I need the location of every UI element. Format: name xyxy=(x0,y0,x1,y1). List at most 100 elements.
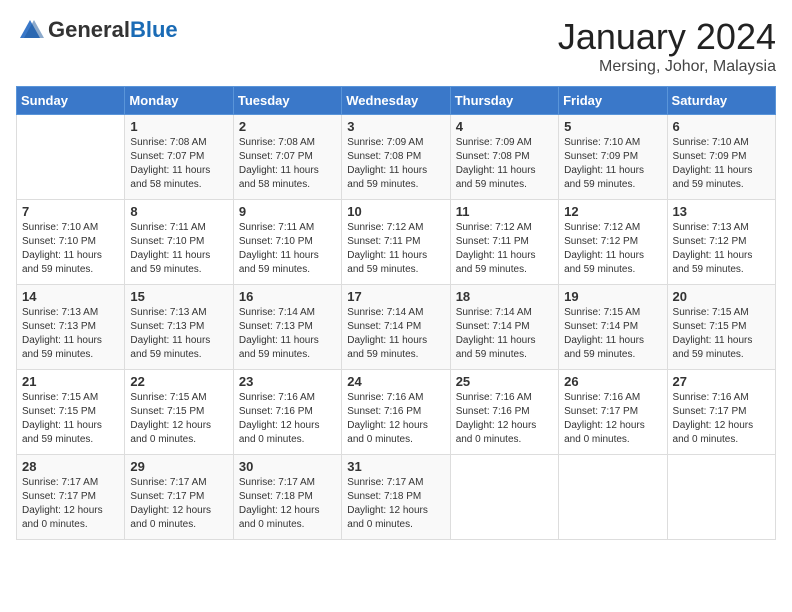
calendar-cell: 20 Sunrise: 7:15 AM Sunset: 7:15 PM Dayli… xyxy=(667,285,775,370)
calendar-cell: 19 Sunrise: 7:15 AM Sunset: 7:14 PM Dayli… xyxy=(559,285,667,370)
day-number: 20 xyxy=(673,289,770,304)
location-subtitle: Mersing, Johor, Malaysia xyxy=(558,58,776,76)
day-info: Sunrise: 7:11 AM Sunset: 7:10 PM Dayligh… xyxy=(239,221,336,277)
day-info: Sunrise: 7:13 AM Sunset: 7:13 PM Dayligh… xyxy=(22,306,119,362)
calendar-cell: 29 Sunrise: 7:17 AM Sunset: 7:17 PM Dayli… xyxy=(125,455,233,540)
day-number: 1 xyxy=(130,119,227,134)
calendar-cell: 2 Sunrise: 7:08 AM Sunset: 7:07 PM Daylig… xyxy=(233,115,341,200)
day-number: 22 xyxy=(130,374,227,389)
day-info: Sunrise: 7:14 AM Sunset: 7:14 PM Dayligh… xyxy=(456,306,553,362)
day-info: Sunrise: 7:15 AM Sunset: 7:15 PM Dayligh… xyxy=(130,391,227,447)
day-number: 15 xyxy=(130,289,227,304)
calendar-cell: 28 Sunrise: 7:17 AM Sunset: 7:17 PM Dayli… xyxy=(17,455,125,540)
day-info: Sunrise: 7:16 AM Sunset: 7:17 PM Dayligh… xyxy=(673,391,770,447)
calendar-cell: 27Sunrise: 7:16 AM Sunset: 7:17 PM Dayli… xyxy=(667,370,775,455)
calendar-cell: 14Sunrise: 7:13 AM Sunset: 7:13 PM Dayli… xyxy=(17,285,125,370)
calendar-cell: 1Sunrise: 7:08 AM Sunset: 7:07 PM Daylig… xyxy=(125,115,233,200)
calendar-cell: 12 Sunrise: 7:12 AM Sunset: 7:12 PM Dayli… xyxy=(559,200,667,285)
day-info: Sunrise: 7:13 AM Sunset: 7:13 PM Dayligh… xyxy=(130,306,227,362)
calendar-cell: 4Sunrise: 7:09 AM Sunset: 7:08 PM Daylig… xyxy=(450,115,558,200)
day-number: 25 xyxy=(456,374,553,389)
weekday-header: Friday xyxy=(559,87,667,115)
weekday-header: Wednesday xyxy=(342,87,450,115)
weekday-header: Monday xyxy=(125,87,233,115)
calendar-cell xyxy=(667,455,775,540)
day-number: 8 xyxy=(130,204,227,219)
day-info: Sunrise: 7:16 AM Sunset: 7:16 PM Dayligh… xyxy=(347,391,444,447)
calendar-cell: 18Sunrise: 7:14 AM Sunset: 7:14 PM Dayli… xyxy=(450,285,558,370)
calendar-cell: 11 Sunrise: 7:12 AM Sunset: 7:11 PM Dayli… xyxy=(450,200,558,285)
day-number: 12 xyxy=(564,204,661,219)
day-number: 3 xyxy=(347,119,444,134)
day-info: Sunrise: 7:12 AM Sunset: 7:11 PM Dayligh… xyxy=(347,221,444,277)
calendar-cell: 15 Sunrise: 7:13 AM Sunset: 7:13 PM Dayli… xyxy=(125,285,233,370)
calendar-cell xyxy=(559,455,667,540)
calendar-cell: 7 Sunrise: 7:10 AM Sunset: 7:10 PM Daylig… xyxy=(17,200,125,285)
logo: General Blue xyxy=(16,16,178,44)
day-number: 10 xyxy=(347,204,444,219)
day-number: 6 xyxy=(673,119,770,134)
weekday-header-row: SundayMondayTuesdayWednesdayThursdayFrid… xyxy=(17,87,776,115)
day-info: Sunrise: 7:15 AM Sunset: 7:15 PM Dayligh… xyxy=(22,391,119,447)
day-info: Sunrise: 7:16 AM Sunset: 7:16 PM Dayligh… xyxy=(456,391,553,447)
weekday-header: Saturday xyxy=(667,87,775,115)
weekday-header: Sunday xyxy=(17,87,125,115)
day-number: 16 xyxy=(239,289,336,304)
day-info: Sunrise: 7:16 AM Sunset: 7:17 PM Dayligh… xyxy=(564,391,661,447)
day-number: 30 xyxy=(239,459,336,474)
calendar-cell: 21Sunrise: 7:15 AM Sunset: 7:15 PM Dayli… xyxy=(17,370,125,455)
calendar-cell xyxy=(17,115,125,200)
day-info: Sunrise: 7:15 AM Sunset: 7:15 PM Dayligh… xyxy=(673,306,770,362)
calendar-cell: 23Sunrise: 7:16 AM Sunset: 7:16 PM Dayli… xyxy=(233,370,341,455)
day-number: 13 xyxy=(673,204,770,219)
day-number: 24 xyxy=(347,374,444,389)
day-info: Sunrise: 7:11 AM Sunset: 7:10 PM Dayligh… xyxy=(130,221,227,277)
day-number: 28 xyxy=(22,459,119,474)
day-info: Sunrise: 7:14 AM Sunset: 7:14 PM Dayligh… xyxy=(347,306,444,362)
page-header: General Blue January 2024 Mersing, Johor… xyxy=(16,16,776,76)
logo-general: General xyxy=(48,17,130,43)
calendar-cell: 10 Sunrise: 7:12 AM Sunset: 7:11 PM Dayli… xyxy=(342,200,450,285)
day-info: Sunrise: 7:17 AM Sunset: 7:17 PM Dayligh… xyxy=(130,476,227,532)
calendar-table: SundayMondayTuesdayWednesdayThursdayFrid… xyxy=(16,86,776,540)
calendar-week-row: 7 Sunrise: 7:10 AM Sunset: 7:10 PM Daylig… xyxy=(17,200,776,285)
day-number: 9 xyxy=(239,204,336,219)
calendar-cell: 5Sunrise: 7:10 AM Sunset: 7:09 PM Daylig… xyxy=(559,115,667,200)
day-number: 11 xyxy=(456,204,553,219)
calendar-cell: 8 Sunrise: 7:11 AM Sunset: 7:10 PM Daylig… xyxy=(125,200,233,285)
day-number: 4 xyxy=(456,119,553,134)
day-info: Sunrise: 7:12 AM Sunset: 7:11 PM Dayligh… xyxy=(456,221,553,277)
calendar-cell: 16Sunrise: 7:14 AM Sunset: 7:13 PM Dayli… xyxy=(233,285,341,370)
calendar-week-row: 28 Sunrise: 7:17 AM Sunset: 7:17 PM Dayli… xyxy=(17,455,776,540)
day-number: 29 xyxy=(130,459,227,474)
calendar-cell: 22 Sunrise: 7:15 AM Sunset: 7:15 PM Dayli… xyxy=(125,370,233,455)
day-info: Sunrise: 7:15 AM Sunset: 7:14 PM Dayligh… xyxy=(564,306,661,362)
calendar-cell xyxy=(450,455,558,540)
day-info: Sunrise: 7:17 AM Sunset: 7:18 PM Dayligh… xyxy=(347,476,444,532)
calendar-week-row: 14Sunrise: 7:13 AM Sunset: 7:13 PM Dayli… xyxy=(17,285,776,370)
calendar-cell: 6Sunrise: 7:10 AM Sunset: 7:09 PM Daylig… xyxy=(667,115,775,200)
logo-blue: Blue xyxy=(130,17,178,43)
calendar-cell: 13 Sunrise: 7:13 AM Sunset: 7:12 PM Dayli… xyxy=(667,200,775,285)
day-number: 19 xyxy=(564,289,661,304)
calendar-week-row: 21Sunrise: 7:15 AM Sunset: 7:15 PM Dayli… xyxy=(17,370,776,455)
day-number: 7 xyxy=(22,204,119,219)
day-info: Sunrise: 7:17 AM Sunset: 7:18 PM Dayligh… xyxy=(239,476,336,532)
day-info: Sunrise: 7:17 AM Sunset: 7:17 PM Dayligh… xyxy=(22,476,119,532)
weekday-header: Thursday xyxy=(450,87,558,115)
day-info: Sunrise: 7:16 AM Sunset: 7:16 PM Dayligh… xyxy=(239,391,336,447)
calendar-cell: 31 Sunrise: 7:17 AM Sunset: 7:18 PM Dayli… xyxy=(342,455,450,540)
calendar-cell: 26Sunrise: 7:16 AM Sunset: 7:17 PM Dayli… xyxy=(559,370,667,455)
day-info: Sunrise: 7:10 AM Sunset: 7:10 PM Dayligh… xyxy=(22,221,119,277)
day-info: Sunrise: 7:10 AM Sunset: 7:09 PM Dayligh… xyxy=(564,136,661,192)
day-info: Sunrise: 7:13 AM Sunset: 7:12 PM Dayligh… xyxy=(673,221,770,277)
day-number: 17 xyxy=(347,289,444,304)
day-number: 31 xyxy=(347,459,444,474)
title-block: January 2024 Mersing, Johor, Malaysia xyxy=(558,16,776,76)
day-info: Sunrise: 7:08 AM Sunset: 7:07 PM Dayligh… xyxy=(239,136,336,192)
day-number: 2 xyxy=(239,119,336,134)
weekday-header: Tuesday xyxy=(233,87,341,115)
calendar-cell: 24 Sunrise: 7:16 AM Sunset: 7:16 PM Dayli… xyxy=(342,370,450,455)
day-info: Sunrise: 7:09 AM Sunset: 7:08 PM Dayligh… xyxy=(347,136,444,192)
day-info: Sunrise: 7:12 AM Sunset: 7:12 PM Dayligh… xyxy=(564,221,661,277)
